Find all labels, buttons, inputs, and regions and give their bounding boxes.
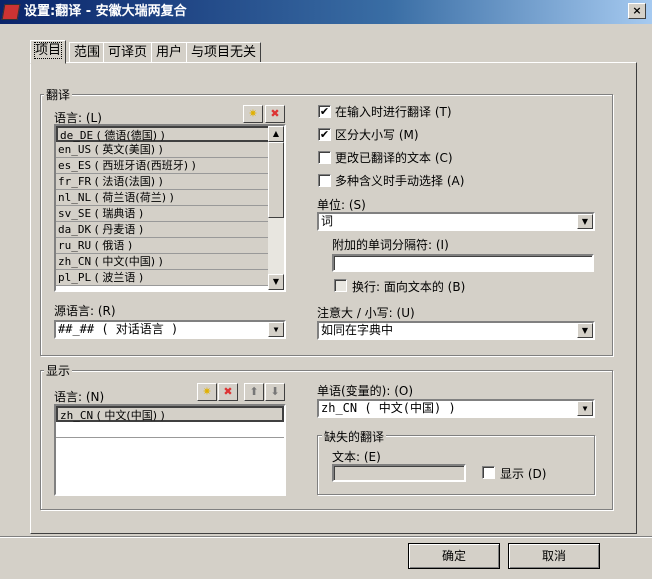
language-code: zh_CN — [58, 255, 92, 268]
option-label: 在输入时进行翻译 (T) — [335, 105, 452, 119]
language-code: da_DK — [58, 223, 92, 236]
chevron-down-icon[interactable]: ▼ — [577, 401, 593, 416]
tab-project[interactable]: 项目 — [30, 40, 67, 64]
app-icon — [1, 4, 21, 20]
language-code: es_ES — [58, 159, 92, 172]
wrap-checkbox[interactable] — [334, 279, 347, 292]
unit-select[interactable]: 词 ▼ — [317, 212, 595, 231]
language-name: ( 丹麦语 ) — [94, 223, 144, 236]
language-code: ru_RU — [58, 239, 92, 252]
language-name: ( 德语(德国) ) — [96, 129, 165, 142]
separator-input[interactable] — [332, 254, 594, 272]
list-item[interactable]: es_ES ( 西班牙语(西班牙) ) — [56, 158, 284, 174]
text-label: 文本: (E) — [332, 450, 381, 464]
language-name: ( 英文(美国) ) — [94, 143, 163, 156]
single-language-value: zh_CN ( 中文(中国) ) — [321, 401, 456, 415]
language-name: ( 西班牙语(西班牙) ) — [94, 159, 196, 172]
scroll-down-icon[interactable]: ▼ — [268, 274, 284, 290]
language-name: ( 中文(中国) ) — [94, 255, 163, 268]
tab-translatable-pages[interactable]: 可译页 — [103, 42, 153, 63]
list-item[interactable]: fr_FR ( 法语(法国) ) — [56, 174, 284, 190]
scroll-up-icon[interactable]: ▲ — [268, 126, 284, 142]
case-value: 如同在字典中 — [321, 323, 394, 337]
languages-list[interactable]: de_DE ( 德语(德国) ) en_US ( 英文(美国) ) es_ES ( … — [54, 124, 286, 292]
list-item[interactable]: zh_CN ( 中文(中国) ) — [56, 254, 284, 270]
option-checkbox[interactable] — [318, 174, 331, 187]
divider — [0, 536, 652, 538]
cancel-button[interactable]: 取消 — [508, 543, 600, 569]
language-code: zh_CN — [60, 409, 94, 422]
option-label: 区分大小写 (M) — [335, 128, 419, 142]
case-select[interactable]: 如同在字典中 ▼ — [317, 321, 595, 340]
display-languages-list[interactable]: zh_CN ( 中文(中国) ) — [54, 404, 286, 496]
language-name: ( 荷兰语(荷兰) ) — [94, 191, 174, 204]
add-display-language-icon[interactable]: ✷ — [197, 383, 217, 401]
move-down-icon[interactable]: ⬇ — [265, 383, 285, 401]
close-button[interactable]: × — [628, 3, 646, 19]
separator-label: 附加的单词分隔符: (I) — [332, 238, 449, 252]
list-item[interactable]: nl_NL ( 荷兰语(荷兰) ) — [56, 190, 284, 206]
chevron-down-icon[interactable]: ▼ — [577, 323, 593, 338]
list-item[interactable]: ru_RU ( 俄语 ) — [56, 238, 284, 254]
source-language-value: ##_## ( 对话语言 ) — [58, 322, 179, 336]
unit-value: 词 — [321, 214, 334, 228]
show-checkbox[interactable] — [482, 466, 495, 479]
chevron-down-icon[interactable]: ▼ — [268, 322, 284, 337]
language-code: sv_SE — [58, 207, 92, 220]
language-name: ( 俄语 ) — [94, 239, 133, 252]
list-item[interactable]: sv_SE ( 瑞典语 ) — [56, 206, 284, 222]
window-title: 设置:翻译 - 安徽大瑞两复合 — [24, 4, 187, 19]
wrap-label: 换行: 面向文本的 (B) — [352, 280, 466, 294]
source-language-select[interactable]: ##_## ( 对话语言 ) ▼ — [54, 320, 286, 339]
tab-scope[interactable]: 范围 — [69, 42, 106, 63]
translate-group-title: 翻译 — [44, 86, 73, 103]
text-input[interactable] — [332, 464, 466, 482]
missing-translation-title: 缺失的翻译 — [322, 428, 387, 445]
source-language-label: 源语言: (R) — [54, 304, 116, 318]
tab-project-independent[interactable]: 与项目无关 — [186, 42, 262, 63]
list-item[interactable]: en_US ( 英文(美国) ) — [56, 142, 284, 158]
unit-label: 单位: (S) — [317, 198, 366, 212]
add-language-icon[interactable]: ✷ — [243, 105, 263, 123]
list-item[interactable]: de_DE ( 德语(德国) ) — [56, 126, 284, 142]
list-item[interactable]: da_DK ( 丹麦语 ) — [56, 222, 284, 238]
list-item[interactable]: pl_PL ( 波兰语 ) — [56, 270, 284, 286]
option-checkbox[interactable]: ✔ — [318, 128, 331, 141]
case-label: 注意大 / 小写: (U) — [317, 306, 415, 320]
languages-scrollbar[interactable]: ▲ ▼ — [268, 126, 284, 290]
list-item-empty[interactable] — [56, 422, 284, 438]
chevron-down-icon[interactable]: ▼ — [577, 214, 593, 229]
delete-display-language-icon[interactable]: ✖ — [218, 383, 238, 401]
list-item[interactable]: zh_CN ( 中文(中国) ) — [56, 406, 284, 422]
ok-button[interactable]: 确定 — [408, 543, 500, 569]
language-name: ( 波兰语 ) — [94, 271, 144, 284]
delete-language-icon[interactable]: ✖ — [265, 105, 285, 123]
single-language-label: 单语(变量的): (O) — [317, 384, 414, 398]
language-code: en_US — [58, 143, 92, 156]
show-label: 显示 (D) — [500, 467, 547, 481]
scroll-thumb[interactable] — [268, 142, 284, 218]
language-code: nl_NL — [58, 191, 92, 204]
language-name: ( 中文(中国) ) — [96, 409, 165, 422]
tab-label: 项目 — [33, 42, 63, 59]
tab-users[interactable]: 用户 — [151, 42, 188, 63]
display-languages-label: 语言: (N) — [54, 390, 105, 404]
language-code: pl_PL — [58, 271, 92, 284]
option-checkbox[interactable] — [318, 151, 331, 164]
title-bar: 设置:翻译 - 安徽大瑞两复合 — [0, 0, 652, 24]
display-group-title: 显示 — [44, 362, 73, 379]
move-up-icon[interactable]: ⬆ — [244, 383, 264, 401]
language-code: fr_FR — [58, 175, 92, 188]
language-name: ( 瑞典语 ) — [94, 207, 144, 220]
single-language-select[interactable]: zh_CN ( 中文(中国) ) ▼ — [317, 399, 595, 418]
option-label: 多种含义时手动选择 (A) — [335, 174, 465, 188]
language-code: de_DE — [60, 129, 94, 142]
language-name: ( 法语(法国) ) — [94, 175, 163, 188]
option-label: 更改已翻译的文本 (C) — [335, 151, 453, 165]
option-checkbox[interactable]: ✔ — [318, 105, 331, 118]
